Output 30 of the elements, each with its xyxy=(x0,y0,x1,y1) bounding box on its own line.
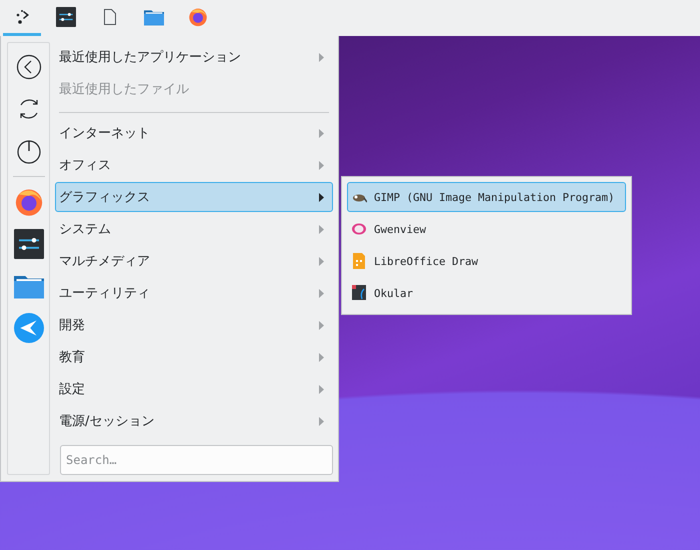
menu-item[interactable]: グラフィックス xyxy=(55,182,333,212)
eye-icon xyxy=(351,221,367,237)
submenu-item[interactable]: LibreOffice Draw xyxy=(347,246,626,276)
sliders-icon xyxy=(14,229,44,259)
menu-item[interactable]: 教育 xyxy=(55,342,333,372)
item-label: Gwenview xyxy=(374,222,426,236)
menu-item[interactable]: 開発 xyxy=(55,310,333,340)
submenu-item[interactable]: Gwenview xyxy=(347,214,626,244)
browser-icon xyxy=(188,6,208,26)
menu-item[interactable]: 最近使用したアプリケーション xyxy=(55,42,333,72)
item-label: LibreOffice Draw xyxy=(374,254,478,268)
submenu-item[interactable]: Okular xyxy=(347,278,626,308)
reader-icon xyxy=(351,285,367,301)
menu-item[interactable]: ユーティリティ xyxy=(55,278,333,308)
menu-item[interactable]: 設定 xyxy=(55,374,333,404)
document-icon xyxy=(351,253,367,269)
menu-item[interactable]: オフィス xyxy=(55,150,333,180)
item-label: GIMP (GNU Image Manipulation Program) xyxy=(374,190,615,204)
menu-item[interactable]: システム xyxy=(55,214,333,244)
item-label: Okular xyxy=(374,286,414,300)
back-icon xyxy=(16,54,42,80)
plane-icon xyxy=(14,313,44,343)
sliders-icon xyxy=(56,6,76,26)
browser-icon xyxy=(14,187,44,217)
menu-item[interactable]: 電源/セッション xyxy=(55,406,333,436)
search-field[interactable]: Search… xyxy=(60,445,333,475)
submenu-item[interactable]: GIMP (GNU Image Manipulation Program) xyxy=(347,182,626,212)
power-icon xyxy=(16,138,42,164)
menu-item[interactable]: マルチメディア xyxy=(55,246,333,276)
menu-item[interactable]: インターネット xyxy=(55,118,333,148)
